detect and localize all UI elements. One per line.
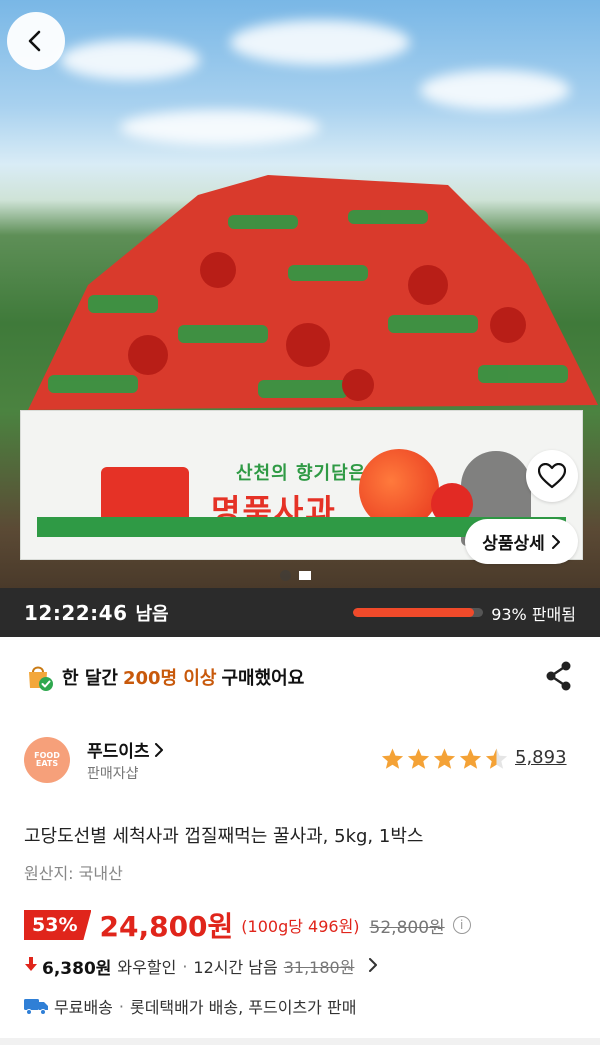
cloud	[230, 20, 410, 65]
wow-original-price: 31,180원	[283, 958, 355, 977]
unit-price: (100g당 496원)	[241, 917, 360, 936]
product-origin: 원산지: 국내산	[24, 864, 123, 883]
star-icon	[407, 748, 430, 769]
wow-discount-label: 와우할인	[117, 958, 177, 977]
seller-name-link[interactable]: 푸드이츠	[87, 737, 164, 762]
wow-discount-amount: 6,380원	[42, 958, 112, 979]
star-icon	[433, 748, 456, 769]
box-brand-tagline: 산천의 향기담은	[236, 463, 367, 484]
chevron-left-icon	[28, 30, 41, 52]
star-icon	[381, 748, 404, 769]
share-button[interactable]	[544, 660, 574, 692]
product-detail-label: 상품상세	[482, 534, 545, 554]
cloud	[120, 110, 320, 145]
shipping-info-row: 무료배송 · 롯데택배가 배송, 푸드이츠가 판매	[0, 992, 600, 1020]
purchase-suffix: 구매했어요	[221, 668, 305, 689]
original-price: 52,800원	[369, 917, 445, 938]
sold-percent-text: 93% 판매됨	[491, 604, 576, 624]
star-icon	[485, 748, 508, 769]
truck-icon	[24, 999, 48, 1015]
countdown-remain-label: 남음	[135, 603, 169, 625]
product-image-carousel[interactable]: 산천의 향기담은 명품사과 상품상세	[0, 0, 600, 588]
sold-progress-bar	[353, 608, 484, 617]
carousel-indicator	[280, 570, 311, 581]
back-button[interactable]	[7, 12, 65, 70]
purchase-count-highlight: 200명 이상	[122, 668, 217, 689]
seller-info: FOOD EATS 푸드이츠 판매자샵 5,893	[0, 735, 600, 791]
heart-icon	[538, 463, 566, 489]
carousel-dot	[280, 570, 291, 581]
price-row: 53% 24,800원 (100g당 496원) 52,800원 i	[0, 905, 600, 945]
arrow-down-icon	[24, 956, 38, 976]
shipping-carrier-text: 롯데택배가 배송, 푸드이츠가 판매	[129, 998, 357, 1017]
product-title: 고당도선별 세척사과 껍질째먹는 꿀사과, 5kg, 1박스	[24, 826, 424, 847]
sold-progress-fill	[353, 608, 475, 617]
seller-type: 판매자샵	[87, 766, 139, 782]
cloud	[60, 40, 200, 80]
shopping-bag-check-icon	[24, 662, 54, 692]
rating-stars	[380, 747, 509, 771]
free-shipping-label: 무료배송	[54, 998, 113, 1017]
carousel-dot-active	[299, 571, 311, 580]
cloud	[420, 70, 570, 110]
separator-dot: ·	[182, 956, 188, 976]
review-count-link[interactable]: 5,893	[515, 747, 567, 768]
star-icon	[459, 748, 482, 769]
chevron-right-icon	[551, 534, 560, 549]
purchase-prefix: 한 달간	[62, 668, 118, 689]
seller-name: 푸드이츠	[87, 742, 150, 762]
purchase-count-banner: 한 달간 200명 이상 구매했어요	[0, 660, 600, 694]
chevron-right-icon	[154, 742, 163, 757]
chevron-right-icon	[368, 957, 378, 976]
sale-price: 24,800원	[99, 910, 234, 943]
seller-logo[interactable]: FOOD EATS	[24, 737, 70, 783]
deal-timer-bar: 12:22:46 남음 93% 판매됨	[0, 588, 600, 637]
wow-time-left: 12시간 남음	[193, 958, 278, 977]
info-icon[interactable]: i	[452, 916, 471, 934]
wishlist-button[interactable]	[526, 450, 578, 502]
wow-discount-row[interactable]: 6,380원 와우할인 · 12시간 남음 31,180원	[0, 952, 600, 980]
share-icon	[546, 661, 571, 691]
section-divider	[0, 1038, 600, 1045]
discount-badge: 53%	[24, 910, 92, 940]
seller-logo-text: FOOD EATS	[34, 751, 60, 768]
product-detail-button[interactable]: 상품상세	[465, 519, 578, 564]
separator-dot: ·	[118, 996, 124, 1016]
apple-bags-pile	[28, 175, 598, 410]
countdown-time: 12:22:46	[24, 600, 128, 625]
